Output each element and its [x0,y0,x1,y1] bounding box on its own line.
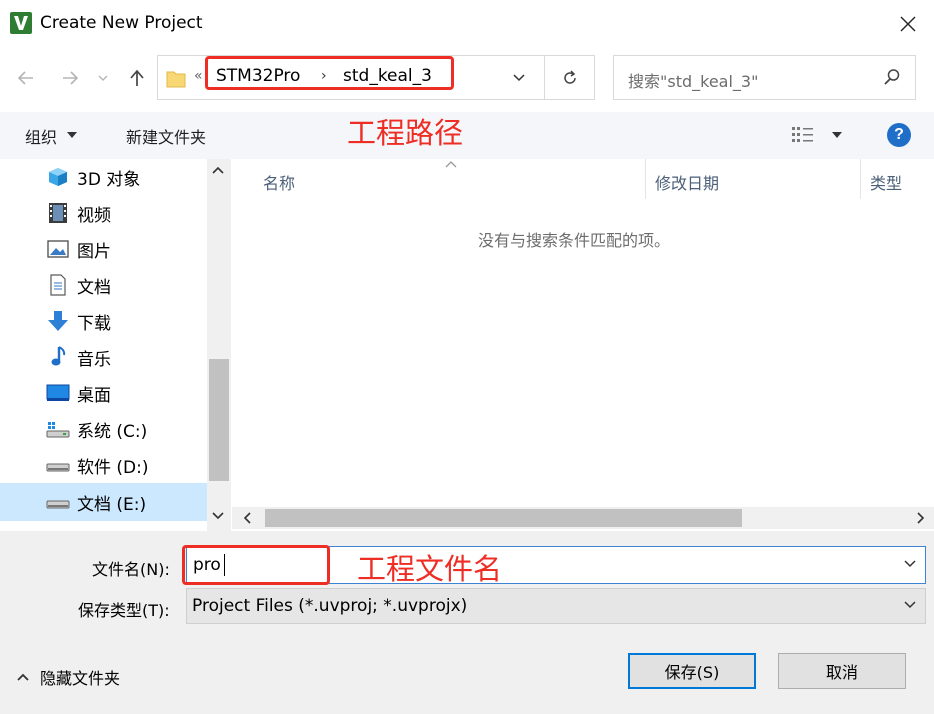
system-drive-icon [45,417,71,441]
filename-annotation-box [182,545,330,585]
scroll-left-icon[interactable] [242,512,252,524]
search-input[interactable]: 搜索"std_keal_3" [628,68,758,92]
column-header-name[interactable]: 名称 [263,170,295,194]
divider [544,56,545,99]
video-icon [45,201,71,225]
sidebar-item-label: 系统 (C:) [77,421,148,442]
refresh-button[interactable] [554,62,586,94]
sidebar-item-label: 文档 (E:) [77,494,147,515]
empty-list-message: 没有与搜索条件匹配的项。 [478,231,671,250]
refresh-icon [564,70,576,84]
sidebar-item-label: 软件 (D:) [77,457,149,478]
sidebar-item-music[interactable]: 音乐 [0,339,207,375]
documents-icon [45,273,71,297]
save-button[interactable]: 保存(S) [628,653,756,689]
sort-ascending-icon [444,159,458,169]
search-icon[interactable] [882,67,902,87]
close-icon [900,16,916,32]
sidebar-item-label: 图片 [77,241,111,262]
filename-label: 文件名(N): [92,560,170,579]
organize-button[interactable]: 组织 [25,124,57,148]
drive-icon [45,490,71,514]
search-box[interactable]: 搜索"std_keal_3" [613,55,916,100]
scroll-right-icon[interactable] [916,512,926,524]
help-icon[interactable]: ? [887,123,911,147]
chevron-down-icon[interactable] [903,559,917,569]
sidebar-item-3d-objects[interactable]: 3D 对象 [0,159,207,195]
chevron-down-icon[interactable] [903,600,917,610]
cancel-button[interactable]: 取消 [778,653,906,689]
file-list[interactable]: 名称 修改日期 类型 没有与搜索条件匹配的项。 [232,159,934,531]
path-annotation-label: 工程路径 [347,116,464,150]
address-overflow-chevron[interactable]: « [194,68,203,84]
sidebar-item-pictures[interactable]: 图片 [0,231,207,267]
title-bar: Create New Project [0,0,934,46]
column-divider[interactable] [645,159,646,199]
sidebar-item-documents[interactable]: 文档 [0,267,207,303]
chevron-down-icon [513,74,525,82]
horizontal-scrollbar[interactable] [232,507,934,529]
pictures-icon [45,237,71,261]
arrow-left-icon [17,71,33,85]
command-toolbar: 组织 新建文件夹 ? [0,112,934,159]
download-icon [45,309,71,333]
sidebar-item-documents-drive[interactable]: 文档 (E:) [0,483,207,521]
arrow-up-icon [130,69,144,86]
filetype-select[interactable]: Project Files (*.uvproj; *.uvprojx) [186,588,926,624]
caret-down-icon[interactable] [832,132,842,138]
hide-folders-toggle[interactable]: 隐藏文件夹 [16,665,120,689]
sidebar-item-label: 音乐 [77,349,111,370]
up-button[interactable] [121,62,153,94]
filename-annotation-label: 工程文件名 [357,552,503,586]
sidebar-item-videos[interactable]: 视频 [0,195,207,231]
sidebar-scroll-thumb[interactable] [209,359,229,481]
sidebar-item-system-drive[interactable]: 系统 (C:) [0,411,207,447]
drive-icon [45,453,71,477]
keil-uvision-icon [10,12,32,34]
scroll-up-icon[interactable] [211,165,225,175]
recent-locations-button[interactable] [92,62,114,94]
sidebar-item-label: 文档 [77,277,111,298]
sidebar-item-label: 桌面 [77,385,111,406]
view-options-icon[interactable] [790,124,816,146]
sidebar-item-desktop[interactable]: 桌面 [0,375,207,411]
3d-objects-icon [45,165,71,189]
path-annotation-box [205,56,454,90]
close-button[interactable] [888,8,928,40]
folder-icon [166,67,186,89]
scroll-down-icon[interactable] [211,511,225,521]
chevron-down-icon [98,75,108,81]
filetype-label: 保存类型(T): [78,601,170,620]
forward-button[interactable] [54,62,86,94]
horizontal-scroll-thumb[interactable] [265,509,742,527]
column-header-type[interactable]: 类型 [870,170,902,194]
sidebar-item-label: 下载 [77,313,111,334]
sidebar-item-downloads[interactable]: 下载 [0,303,207,339]
sidebar-item-label: 3D 对象 [77,169,141,190]
sidebar-item-label: 视频 [77,205,111,226]
window-title: Create New Project [40,13,203,33]
caret-down-icon[interactable] [67,132,77,138]
column-divider[interactable] [860,159,861,199]
hide-folders-label: 隐藏文件夹 [40,669,121,688]
music-icon [45,345,71,369]
sidebar-item-software-drive[interactable]: 软件 (D:) [0,447,207,483]
arrow-right-icon [63,71,79,85]
column-header-date[interactable]: 修改日期 [655,170,719,194]
desktop-icon [45,381,71,405]
navigation-pane: 3D 对象 视频 图片 文档 下载 音乐 桌面 系统 (C:) 软件 (D:) … [0,159,232,531]
address-history-button[interactable] [507,68,531,88]
back-button[interactable] [10,62,42,94]
new-folder-button[interactable]: 新建文件夹 [126,124,206,148]
chevron-up-icon [17,673,29,681]
filetype-value[interactable]: Project Files (*.uvproj; *.uvprojx) [192,596,467,616]
